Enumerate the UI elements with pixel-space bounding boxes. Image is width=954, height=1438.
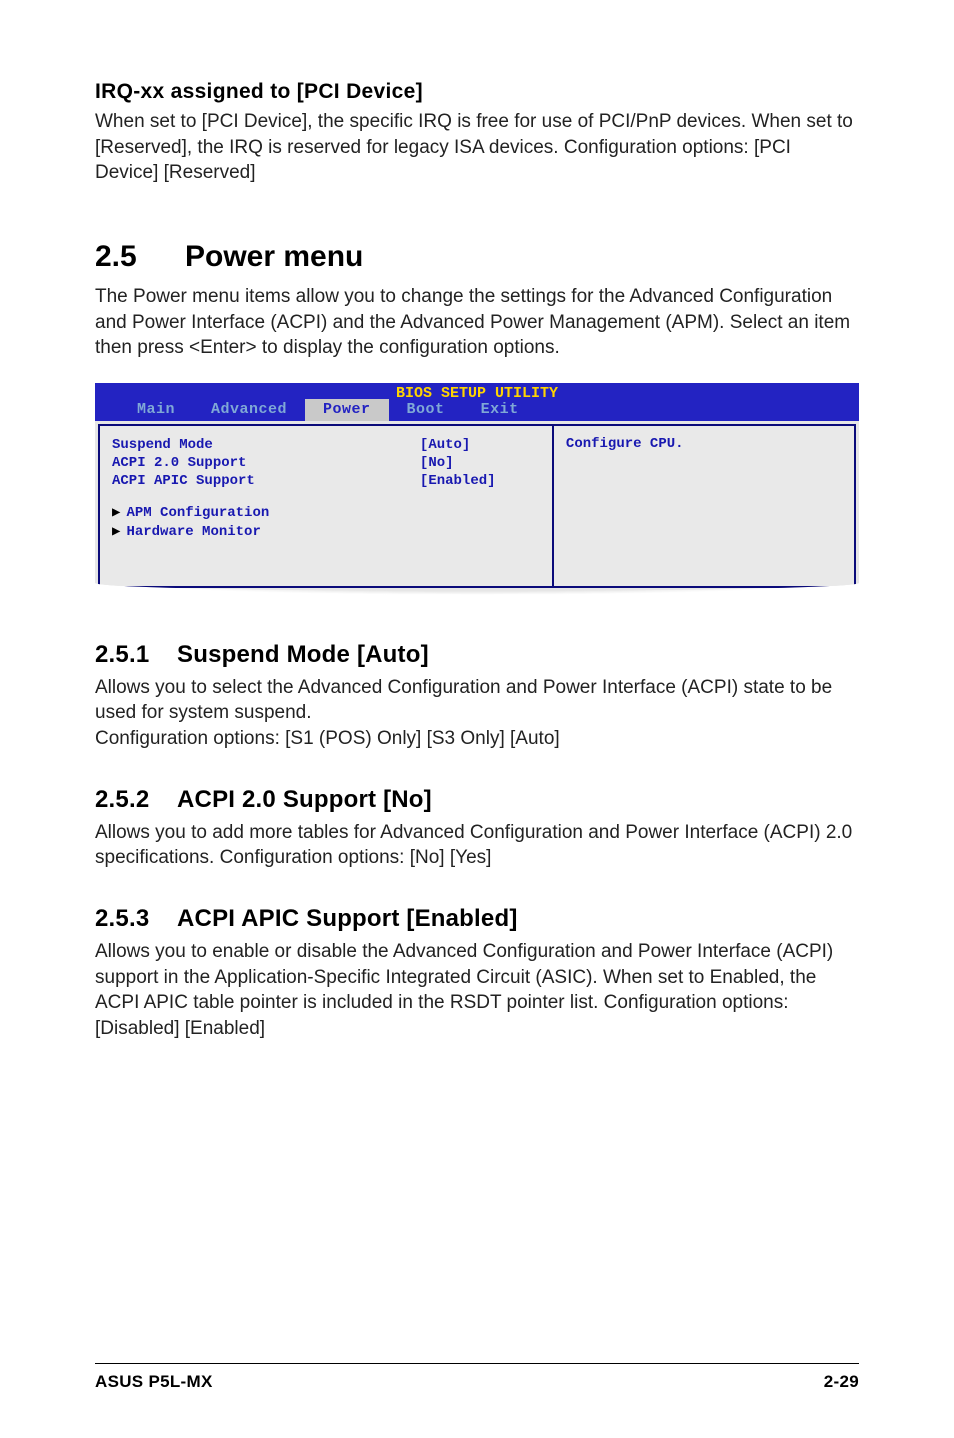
subsection-2-5-3-body: Allows you to enable or disable the Adva… bbox=[95, 939, 859, 1042]
section-name: Power menu bbox=[185, 240, 363, 273]
bios-sub-hwmon[interactable]: ▶ Hardware Monitor bbox=[112, 523, 540, 541]
subsection-2-5-3-title: 2.5.3ACPI APIC Support [Enabled] bbox=[95, 905, 859, 933]
triangle-icon: ▶ bbox=[112, 505, 120, 521]
irq-body: When set to [PCI Device], the specific I… bbox=[95, 109, 859, 186]
triangle-icon: ▶ bbox=[112, 524, 120, 540]
bios-row-acpi-apic[interactable]: ACPI APIC Support [Enabled] bbox=[112, 472, 540, 490]
subsection-number: 2.5.3 bbox=[95, 905, 177, 933]
footer-left: ASUS P5L-MX bbox=[95, 1372, 213, 1392]
bios-sub-label: APM Configuration bbox=[126, 505, 269, 521]
subsection-2-5-2-title: 2.5.2ACPI 2.0 Support [No] bbox=[95, 786, 859, 814]
bios-row-suspend[interactable]: Suspend Mode [Auto] bbox=[112, 436, 540, 454]
bios-label: Suspend Mode bbox=[112, 436, 420, 454]
subsection-number: 2.5.2 bbox=[95, 786, 177, 814]
bios-help-panel: Configure CPU. bbox=[553, 424, 856, 588]
bios-tab-exit[interactable]: Exit bbox=[463, 399, 537, 421]
subsection-2-5-1-title: 2.5.1Suspend Mode [Auto] bbox=[95, 641, 859, 669]
bios-tab-power[interactable]: Power bbox=[305, 399, 389, 421]
bios-body: Suspend Mode [Auto] ACPI 2.0 Support [No… bbox=[95, 421, 859, 591]
subsection-number: 2.5.1 bbox=[95, 641, 177, 669]
subsection-name: ACPI 2.0 Support [No] bbox=[177, 786, 432, 813]
bios-title: BIOS SETUP UTILITY bbox=[95, 385, 859, 402]
bios-tab-advanced[interactable]: Advanced bbox=[193, 399, 305, 421]
bios-help-text: Configure CPU. bbox=[566, 436, 684, 452]
bios-row-acpi20[interactable]: ACPI 2.0 Support [No] bbox=[112, 454, 540, 472]
subsection-2-5-1-body1: Allows you to select the Advanced Config… bbox=[95, 675, 859, 726]
subsection-2-5-2-body: Allows you to add more tables for Advanc… bbox=[95, 820, 859, 871]
bios-sub-apm[interactable]: ▶ APM Configuration bbox=[112, 504, 540, 522]
irq-heading: IRQ-xx assigned to [PCI Device] bbox=[95, 80, 859, 104]
section-2-5-title: 2.5Power menu bbox=[95, 240, 859, 274]
bios-label: ACPI APIC Support bbox=[112, 472, 420, 490]
bios-value: [Enabled] bbox=[420, 472, 540, 490]
subsection-name: Suspend Mode [Auto] bbox=[177, 641, 429, 668]
bios-tab-boot[interactable]: Boot bbox=[389, 399, 463, 421]
page-footer: ASUS P5L-MX 2-29 bbox=[95, 1363, 859, 1392]
bios-left-panel: Suspend Mode [Auto] ACPI 2.0 Support [No… bbox=[98, 424, 553, 588]
subsection-name: ACPI APIC Support [Enabled] bbox=[177, 905, 518, 932]
bios-label: ACPI 2.0 Support bbox=[112, 454, 420, 472]
bios-sub-label: Hardware Monitor bbox=[126, 524, 260, 540]
bios-tab-main[interactable]: Main bbox=[119, 399, 193, 421]
bios-submenus: ▶ APM Configuration ▶ Hardware Monitor bbox=[112, 504, 540, 540]
section-number: 2.5 bbox=[95, 240, 185, 274]
bios-value: [Auto] bbox=[420, 436, 540, 454]
subsection-2-5-1-body2: Configuration options: [S1 (POS) Only] [… bbox=[95, 726, 859, 752]
footer-right: 2-29 bbox=[824, 1372, 859, 1392]
section-2-5-body: The Power menu items allow you to change… bbox=[95, 284, 859, 361]
bios-screenshot: BIOS SETUP UTILITY Main Advanced Power B… bbox=[95, 383, 859, 591]
bios-header: BIOS SETUP UTILITY Main Advanced Power B… bbox=[95, 383, 859, 421]
bios-value: [No] bbox=[420, 454, 540, 472]
